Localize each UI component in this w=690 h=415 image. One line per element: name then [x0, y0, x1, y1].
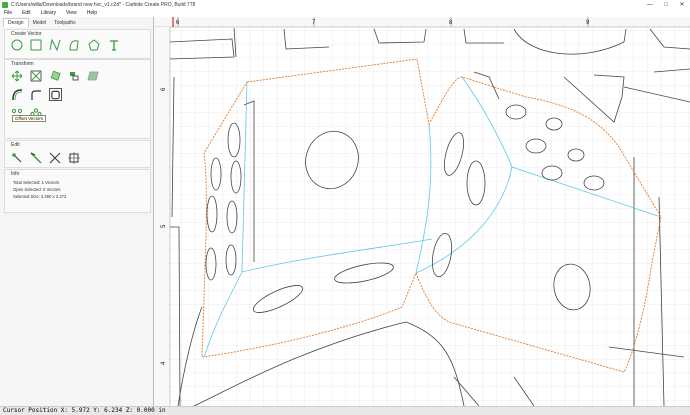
menu-edit[interactable]: Edit	[22, 10, 31, 16]
polyline-tool-button[interactable]	[49, 39, 61, 51]
align-icon	[70, 72, 79, 81]
tab-model[interactable]: Model	[29, 19, 51, 27]
skew-tool-button[interactable]	[87, 70, 99, 82]
info-title: Info	[11, 171, 20, 177]
move-tool-button[interactable]	[11, 70, 23, 82]
canvas-svg[interactable]: 6 7 8 9 6 5 4	[154, 17, 690, 406]
node-edit-icon	[12, 153, 22, 163]
close-button[interactable]: ✕	[674, 0, 690, 9]
curve-tool-button[interactable]	[68, 39, 80, 51]
app-logo-icon	[2, 1, 8, 8]
menu-file[interactable]: File	[4, 10, 12, 16]
tab-design[interactable]: Design	[3, 18, 29, 27]
top-ruler: 6 7 8 9	[154, 17, 690, 28]
title-bar: C:/Users/willa/Downloads/brand new hvc_v…	[0, 0, 690, 9]
trim-tool-button[interactable]	[49, 152, 61, 164]
offset-tool-button[interactable]	[11, 89, 23, 101]
curve-icon	[69, 40, 79, 51]
skew-icon	[87, 71, 99, 81]
join-tool-button[interactable]	[68, 152, 80, 164]
create-vector-group: Create Vector	[4, 29, 151, 59]
pentagon-icon	[88, 39, 100, 51]
window-title: C:/Users/willa/Downloads/brand new hvc_v…	[11, 1, 196, 8]
transform-title: Transform	[11, 61, 34, 67]
design-canvas[interactable]: 6 7 8 9 6 5 4	[154, 17, 690, 406]
circle-tool-button[interactable]	[11, 39, 23, 51]
move-arrows-icon	[11, 70, 23, 82]
scale-tool-button[interactable]	[30, 70, 42, 82]
left-panel: Design Model Toolpaths Create Vector Tra…	[0, 17, 154, 406]
circle-icon	[11, 39, 23, 51]
text-icon	[110, 40, 118, 51]
edit-group: Edit	[4, 140, 151, 168]
join-icon	[68, 152, 80, 164]
panel-tabs: Design Model Toolpaths	[0, 17, 153, 27]
edit-title: Edit	[11, 142, 20, 148]
offset-tooltip: Offset Vectors	[12, 115, 47, 122]
left-ruler: 6 5 4	[154, 27, 171, 406]
selected-size-text: Selected Size: 3.390 x 2.272	[13, 194, 67, 199]
fillet-icon	[31, 90, 41, 100]
menu-view[interactable]: View	[66, 10, 77, 16]
total-selected-text: Total Selected: 1 Vectors	[13, 180, 60, 185]
knife-icon	[30, 152, 42, 164]
polyline-icon	[49, 39, 61, 51]
minimize-button[interactable]: —	[642, 0, 658, 9]
info-group: Info Total Selected: 1 Vectors Open Sele…	[4, 169, 151, 213]
knife-tool-button[interactable]	[30, 152, 42, 164]
scale-icon	[30, 70, 42, 82]
fillet-tool-button[interactable]	[30, 89, 42, 101]
tab-toolpaths[interactable]: Toolpaths	[50, 19, 79, 27]
offset-icon	[12, 89, 23, 101]
transform-group: Transform	[4, 59, 151, 139]
rectangle-tool-button[interactable]	[30, 39, 42, 51]
polygon-tool-button[interactable]	[88, 39, 100, 51]
align-tool-button[interactable]	[68, 70, 80, 82]
text-tool-button[interactable]	[108, 39, 120, 51]
menu-help[interactable]: Help	[87, 10, 97, 16]
rectangle-icon	[30, 39, 42, 51]
open-selected-text: Open Selected: 0 Vectors	[13, 187, 61, 192]
boundary-tool-button[interactable]	[49, 88, 62, 101]
rotate-tool-button[interactable]	[49, 70, 61, 82]
trim-icon	[49, 152, 61, 164]
create-vector-title: Create Vector	[11, 31, 42, 37]
node-edit-button[interactable]	[11, 152, 23, 164]
maximize-button[interactable]: □	[658, 0, 674, 9]
rotate-icon	[50, 70, 61, 81]
boundary-icon	[51, 90, 60, 99]
menu-library[interactable]: Library	[41, 10, 56, 16]
